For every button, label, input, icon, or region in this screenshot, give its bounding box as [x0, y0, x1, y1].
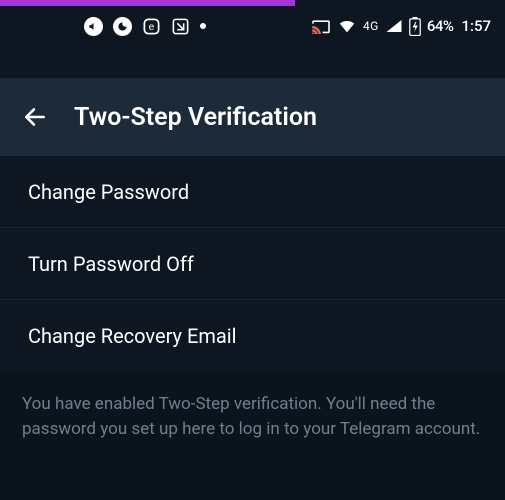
svg-text:e: e	[149, 22, 155, 33]
battery-charging-icon	[409, 17, 421, 36]
notification-dot-icon	[200, 23, 206, 29]
back-button[interactable]	[22, 104, 48, 130]
helper-text: You have enabled Two-Step verification. …	[0, 372, 505, 500]
wifi-icon	[337, 18, 357, 34]
settings-list: Change Password Turn Password Off Change…	[0, 156, 505, 372]
signal-icon	[385, 18, 403, 34]
list-item-change-recovery-email[interactable]: Change Recovery Email	[0, 300, 505, 372]
list-item-change-password[interactable]: Change Password	[0, 156, 505, 228]
status-left: e	[84, 17, 206, 36]
list-item-turn-password-off[interactable]: Turn Password Off	[0, 228, 505, 300]
network-label: 4G	[363, 19, 379, 33]
mute-icon	[84, 17, 103, 36]
list-item-label: Change Password	[28, 180, 189, 204]
cast-icon	[311, 18, 331, 34]
e-box-icon: e	[142, 17, 161, 36]
clock: 1:57	[461, 17, 491, 35]
list-item-label: Turn Password Off	[28, 252, 194, 276]
screenshot-box-icon	[171, 17, 190, 36]
page-title: Two-Step Verification	[74, 103, 317, 132]
battery-percent: 64%	[427, 17, 454, 35]
app-bar: Two-Step Verification	[0, 78, 505, 156]
status-right: 4G 64% 1:57	[311, 17, 491, 36]
helper-text-content: You have enabled Two-Step verification. …	[22, 394, 480, 439]
status-bar: e 4G 64% 1:57	[0, 0, 505, 52]
list-item-label: Change Recovery Email	[28, 324, 236, 348]
moon-icon	[113, 17, 132, 36]
